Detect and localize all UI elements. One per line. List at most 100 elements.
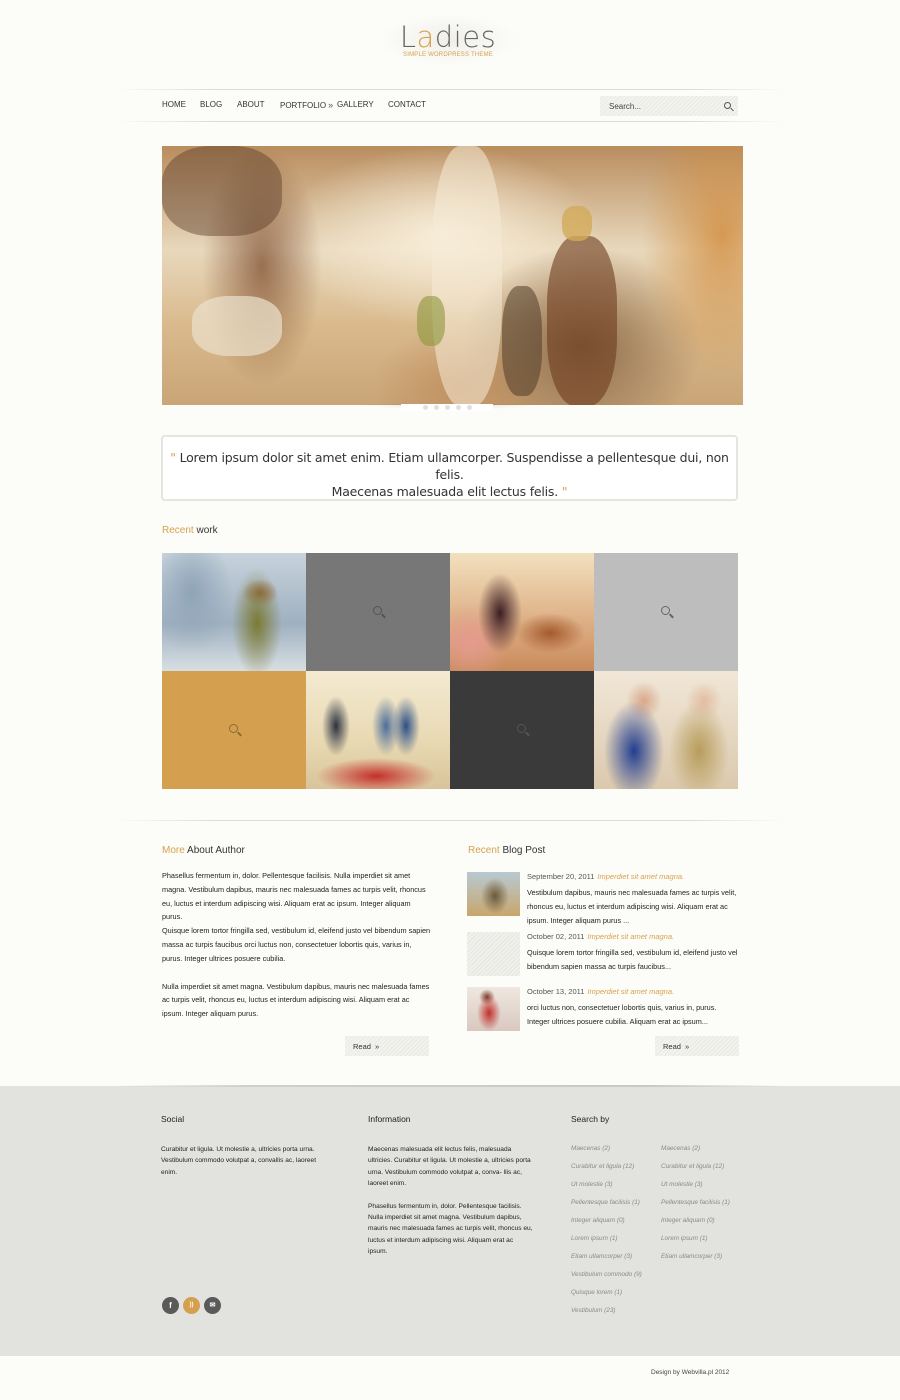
recent-work-title: Recent work — [162, 525, 218, 536]
post-date: October 02, 2011 — [527, 932, 585, 941]
hero-shadow-area — [162, 146, 282, 236]
search-tag-link[interactable]: Curabitur et ligula (12) — [661, 1163, 724, 1170]
hero-figure — [547, 236, 617, 405]
search-tag-link[interactable]: Pellentesque facilisis (1) — [571, 1199, 640, 1206]
design-credit[interactable]: Design by Webvilla.pl 2012 — [651, 1369, 729, 1376]
portfolio-tile[interactable] — [594, 553, 738, 671]
about-author-title: More About Author — [162, 845, 245, 856]
blog-read-button[interactable]: Read» — [655, 1036, 739, 1056]
search-box — [600, 96, 738, 116]
rss-icon[interactable]: )) — [183, 1297, 200, 1314]
portfolio-tile[interactable] — [594, 671, 738, 789]
hero-light-column — [432, 146, 502, 405]
search-tag-link[interactable]: Ut molestie (3) — [571, 1181, 613, 1188]
about-author-paragraph: Quisque lorem tortor fringilla sed, vest… — [162, 926, 431, 963]
slider-dot[interactable] — [466, 405, 472, 410]
hero-stall — [192, 296, 282, 356]
quote-box: " Lorem ipsum dolor sit amet enim. Etiam… — [161, 435, 738, 501]
nav-bottom-rule — [115, 121, 785, 122]
search-tag-link[interactable]: Ut molestie (3) — [661, 1181, 703, 1188]
site-logo[interactable]: Ladies SIMPLE WORDPRESS THEME — [378, 14, 518, 66]
nav-item-about[interactable]: ABOUT — [237, 100, 265, 109]
social-icons: f )) ✉ — [162, 1297, 221, 1314]
post-title-link[interactable]: Imperdiet sit amet magna. — [587, 932, 674, 941]
search-icon[interactable] — [724, 102, 731, 109]
search-tag-link[interactable]: Vestibulum (23) — [571, 1307, 616, 1314]
search-tag-link[interactable]: Etiam ullamcorper (3) — [571, 1253, 632, 1260]
portfolio-tile[interactable] — [306, 671, 450, 789]
hero-slider-image[interactable] — [162, 146, 743, 405]
post-thumbnail-placeholder[interactable] — [467, 932, 520, 976]
section-divider — [115, 820, 785, 821]
search-tag-link[interactable]: Vestibulum commodo (9) — [571, 1271, 642, 1278]
portfolio-tile[interactable] — [162, 553, 306, 671]
portfolio-tile[interactable] — [450, 553, 594, 671]
nav-item-gallery[interactable]: GALLERY — [337, 100, 374, 109]
post-meta: September 20, 2011 Imperdiet sit amet mag… — [527, 872, 684, 881]
footer-social-text: Curabitur et ligula. Ut molestie a, ultr… — [161, 1146, 317, 1176]
slider-pagination — [401, 404, 493, 411]
search-tag-link[interactable]: Etiam ullamcorper (3) — [661, 1253, 722, 1260]
search-tag-link[interactable]: Integer aliquam (0) — [661, 1217, 715, 1224]
about-author-paragraph: Phasellus fermentum in, dolor. Pellentes… — [162, 871, 426, 922]
slider-dot[interactable] — [433, 405, 439, 410]
facebook-icon[interactable]: f — [162, 1297, 179, 1314]
search-tag-link[interactable]: Integer aliquam (0) — [571, 1217, 625, 1224]
post-excerpt: orci luctus non, consectetuer lobortis q… — [527, 1003, 717, 1026]
author-read-button[interactable]: Read» — [345, 1036, 429, 1056]
footer-social-title: Social — [161, 1114, 185, 1124]
search-tag-link[interactable]: Pellentesque facilisis (1) — [661, 1199, 730, 1206]
search-tag-link[interactable]: Quisque lorem (1) — [571, 1289, 622, 1296]
search-tag-link[interactable]: Curabitur et ligula (12) — [571, 1163, 634, 1170]
nav-top-rule — [115, 89, 785, 90]
nav-item-blog[interactable]: BLOG — [200, 100, 222, 109]
search-tag-link[interactable]: Maecenas (2) — [571, 1145, 610, 1152]
nav-item-portfolio[interactable]: PORTFOLIO» — [280, 100, 333, 110]
footer-information-title: Information — [368, 1114, 411, 1124]
search-tag-link[interactable]: Maecenas (2) — [661, 1145, 700, 1152]
footer-information-text: Maecenas malesuada elit lectus felis, ma… — [368, 1144, 534, 1258]
post-date: September 20, 2011 — [527, 872, 595, 881]
zoom-icon — [373, 606, 382, 615]
footer-search-by-title: Search by — [571, 1114, 610, 1124]
hero-figure — [502, 286, 542, 396]
blog-post[interactable]: October 02, 2011 Imperdiet sit amet magna… — [467, 932, 739, 978]
nav-item-home[interactable]: HOME — [162, 100, 186, 109]
chevron-right-icon: » — [684, 1042, 690, 1051]
post-date: October 13, 2011 — [527, 987, 585, 996]
about-author-text: Phasellus fermentum in, dolor. Pellentes… — [162, 869, 432, 1021]
post-thumbnail[interactable] — [467, 872, 520, 916]
footer-information-paragraph: Phasellus fermentum in, dolor. Pellentes… — [368, 1202, 533, 1256]
slider-dot[interactable] — [455, 405, 461, 410]
nav-item-portfolio-label: PORTFOLIO — [280, 101, 327, 110]
blog-post[interactable]: September 20, 2011 Imperdiet sit amet mag… — [467, 872, 739, 925]
post-thumbnail[interactable] — [467, 987, 520, 1031]
slider-dot[interactable] — [422, 405, 428, 410]
nav-item-contact[interactable]: CONTACT — [388, 100, 426, 109]
recent-blog-title: Recent Blog Post — [468, 845, 546, 856]
hero-figure-hat — [562, 206, 592, 241]
post-title-link[interactable]: Imperdiet sit amet magna. — [597, 872, 684, 881]
search-by-tags-col2: Maecenas (2) Curabitur et ligula (12) Ut… — [661, 1145, 751, 1275]
portfolio-tile[interactable] — [450, 671, 594, 789]
chevron-right-icon: » — [374, 1042, 380, 1051]
slider-dot[interactable] — [444, 405, 450, 410]
email-icon[interactable]: ✉ — [204, 1297, 221, 1314]
zoom-icon — [517, 724, 526, 733]
chevron-right-icon: » — [328, 100, 334, 110]
zoom-icon — [661, 606, 670, 615]
search-tag-link[interactable]: Lorem ipsum (1) — [571, 1235, 618, 1242]
quote-line-2: Maecenas malesuada elit lectus felis. " — [331, 484, 568, 499]
post-title-link[interactable]: Imperdiet sit amet magna. — [587, 987, 674, 996]
hero-figure — [417, 296, 445, 346]
portfolio-tile[interactable] — [306, 553, 450, 671]
post-meta: October 02, 2011 Imperdiet sit amet magna… — [527, 932, 674, 941]
logo-wordmark: Ladies — [399, 20, 497, 54]
post-meta: October 13, 2011 Imperdiet sit amet magna… — [527, 987, 674, 996]
search-tag-link[interactable]: Lorem ipsum (1) — [661, 1235, 708, 1242]
bottom-bar — [0, 1356, 900, 1400]
post-excerpt: Vestibulum dapibus, mauris nec malesuada… — [527, 888, 737, 925]
portfolio-tile[interactable] — [162, 671, 306, 789]
blog-post[interactable]: October 13, 2011 Imperdiet sit amet magna… — [467, 987, 739, 1035]
search-input[interactable] — [600, 96, 720, 116]
